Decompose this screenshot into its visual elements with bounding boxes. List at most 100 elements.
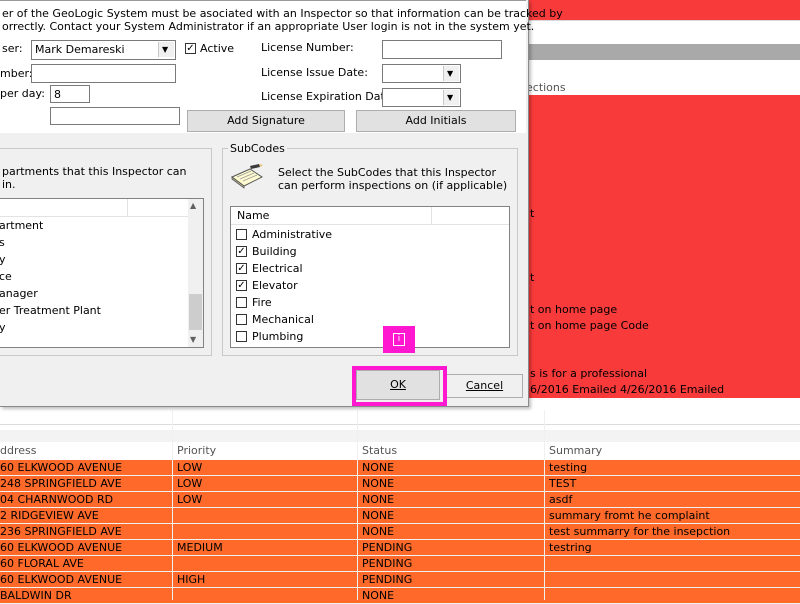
signature-field[interactable] [50,107,180,125]
subcode-checkbox[interactable]: ✓ [236,280,247,291]
subcode-label: Fire [252,296,272,309]
table-cell: summary fromt he complaint [549,509,710,522]
table-cell: MEDIUM [177,541,223,554]
table-row[interactable]: 248 SPRINGFIELD AVE LOW NONE TEST [0,476,800,492]
license-number-input[interactable] [382,40,502,59]
list-item[interactable]: t [526,206,800,222]
department-item[interactable]: er Treatment Plant [0,304,101,317]
department-item[interactable]: s [0,236,5,249]
subcode-checkbox[interactable]: ✓ [236,246,247,257]
table-cell: PENDING [362,557,413,570]
user-label: ser: [2,42,23,55]
table-row[interactable]: 60 FLORAL AVE PENDING [0,556,800,572]
subcodes-group-title: SubCodes [228,142,287,155]
subcode-item[interactable]: ✓ Electrical [231,261,501,277]
active-label: Active [200,42,235,55]
add-initials-button[interactable]: Add Initials [356,110,516,132]
table-row[interactable]: 2 RIDGEVIEW AVE NONE summary fromt he comp… [0,508,800,524]
table-cell: 60 ELKWOOD AVENUE [0,461,123,474]
column-header-name[interactable]: Name [237,209,269,222]
cancel-button[interactable]: Cancel [446,374,523,398]
subcode-label: Electrical [252,262,303,275]
subcode-item[interactable]: Fire [231,295,501,311]
subcodes-desc-line1: Select the SubCodes that this Inspector [278,166,497,179]
scroll-up-icon[interactable]: ▲ [190,201,196,210]
department-item[interactable]: y [0,253,6,266]
intro-text-line1: er of the GeoLogic System must be asocia… [2,7,563,20]
scroll-down-icon[interactable]: ▼ [190,335,196,344]
table-cell: 04 CHARNWOOD RD [0,493,114,506]
column-header-address[interactable]: ddress [0,444,172,457]
department-item[interactable]: artment [0,219,43,232]
number-label: mber: [0,67,33,80]
department-item[interactable]: y [0,321,6,334]
table-cell: asdf [549,493,573,506]
subcode-label: Building [252,245,297,258]
subcodes-list-header: Name [231,207,509,225]
subcode-checkbox[interactable] [236,229,247,240]
subcode-checkbox[interactable] [236,297,247,308]
departments-list[interactable]: artmentsyceanagerer Treatment Planty ▲ ▼ [0,198,204,348]
list-item[interactable]: t on home page [526,302,800,318]
subcode-item[interactable]: ✓ Elevator [231,278,501,294]
list-item[interactable]: s is for a professional [526,366,800,382]
subcode-item[interactable]: Plumbing [231,329,501,345]
ok-button-highlight [352,366,447,406]
add-signature-button[interactable]: Add Signature [187,110,345,132]
notepad-pencil-icon [230,163,264,189]
subcode-checkbox[interactable]: ✓ [236,263,247,274]
license-issue-date-picker[interactable]: ▼ [382,64,461,83]
list-item[interactable]: t [526,270,800,286]
user-combobox[interactable]: Mark Demareski ▼ [31,40,176,60]
number-input[interactable] [31,64,176,83]
subcode-label: Administrative [252,228,333,241]
callout-marker: i [383,326,415,353]
subcode-item[interactable]: Mechanical [231,312,501,328]
table-cell: HIGH [177,573,206,586]
table-row[interactable]: 60 ELKWOOD AVENUE HIGH PENDING [0,572,800,588]
inspector-details-panel: er of the GeoLogic System must be asocia… [0,0,563,133]
per-day-input[interactable]: 8 [50,85,90,103]
license-expiration-date-picker[interactable]: ▼ [382,88,461,107]
table-cell: 60 ELKWOOD AVENUE [0,573,123,586]
active-checkbox[interactable]: ✓ [185,43,196,54]
subcode-label: Elevator [252,279,298,292]
subcode-checkbox[interactable] [236,331,247,342]
table-cell: 248 SPRINGFIELD AVE [0,477,122,490]
list-item[interactable]: 6/2016 Emailed 4/26/2016 Emailed [526,382,800,398]
table-cell: PENDING [362,541,413,554]
scrollbar-thumb[interactable] [189,294,202,330]
per-day-label: per day: [0,87,45,100]
inspector-dialog: er of the GeoLogic System must be asocia… [0,0,563,407]
table-cell: LOW [177,461,203,474]
table-row[interactable]: 04 CHARNWOOD RD LOW NONE asdf [0,492,800,508]
subcodes-list[interactable]: Name Administrative ✓ Building ✓ Electrical ✓… [230,206,510,348]
departments-scrollbar[interactable]: ▲ ▼ [188,199,203,347]
department-item[interactable]: ce [0,270,12,283]
column-header: ections [526,80,800,95]
table-row[interactable]: 60 ELKWOOD AVENUE LOW NONE testing [0,460,800,476]
department-item[interactable]: anager [0,287,38,300]
table-row[interactable]: BALDWIN DR NONE [0,588,800,604]
chevron-down-icon[interactable]: ▼ [158,42,174,57]
table-cell: BALDWIN DR [0,589,72,602]
table-row[interactable]: 60 ELKWOOD AVENUE MEDIUM PENDING testring [0,540,800,556]
table-cell: LOW [177,477,203,490]
chevron-down-icon[interactable]: ▼ [443,66,459,81]
subcode-item[interactable]: Administrative [231,227,501,243]
subcode-item[interactable]: ✓ Building [231,244,501,260]
list-item[interactable]: t on home page Code [526,318,800,334]
table-cell: NONE [362,509,395,522]
subcode-checkbox[interactable] [236,314,247,325]
table-cell: testring [549,541,592,554]
table-cell: 2 RIDGEVIEW AVE [0,509,99,522]
column-header-priority[interactable]: Priority [177,444,357,457]
table-cell: TEST [549,477,577,490]
column-header-status[interactable]: Status [362,444,542,457]
column-header-summary[interactable]: Summary [549,444,799,457]
background-records-panel: ections t t t on home page t on home pag… [526,0,800,410]
table-row[interactable]: 236 SPRINGFIELD AVE NONE test summarry for… [0,524,800,540]
chevron-down-icon[interactable]: ▼ [443,90,459,105]
table-cell: test summarry for the insepction [549,525,731,538]
intro-text-line2: orrectly. Contact your System Administra… [2,20,535,33]
